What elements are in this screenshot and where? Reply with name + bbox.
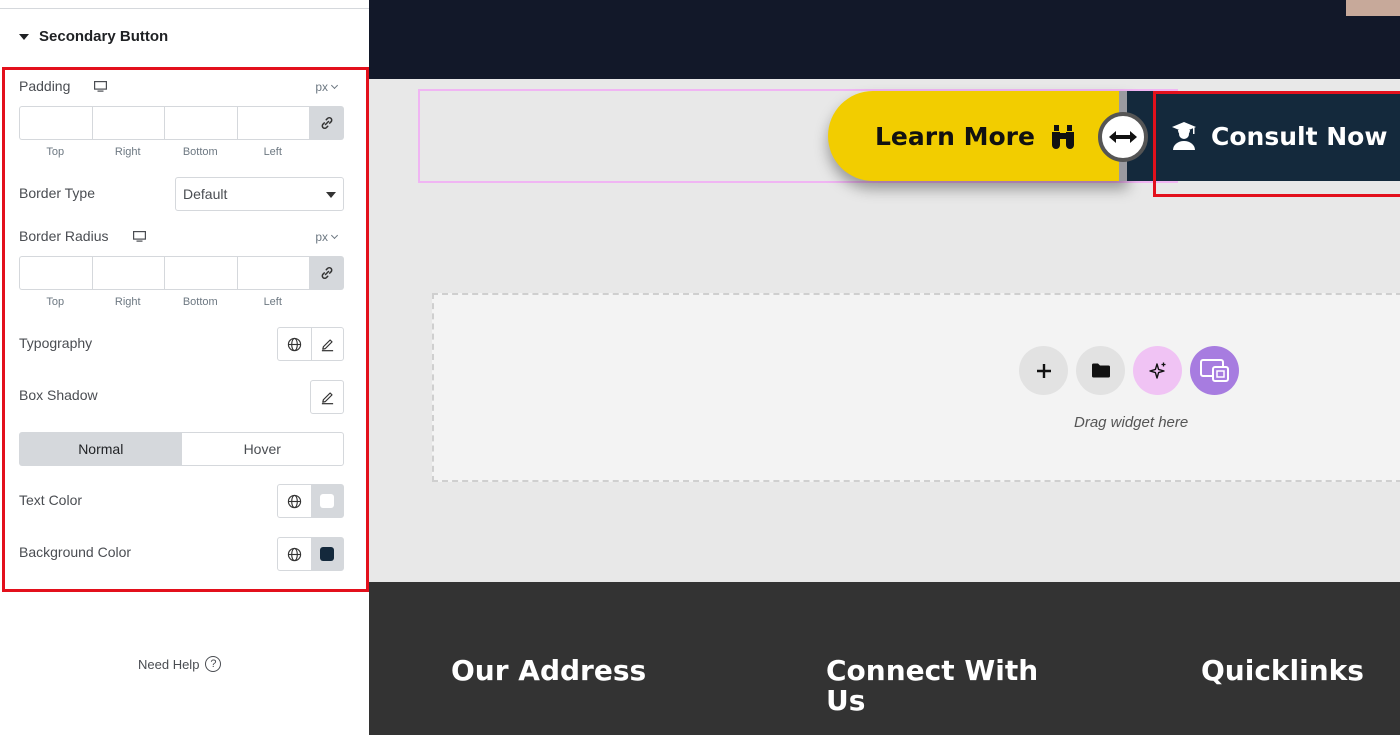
typography-controls xyxy=(277,327,344,361)
background-color-swatch xyxy=(320,547,335,561)
folder-icon xyxy=(1091,363,1110,378)
need-help-link[interactable]: Need Help ? xyxy=(138,656,222,672)
horizontal-resize-icon xyxy=(1109,131,1137,143)
box-shadow-controls xyxy=(310,380,344,414)
typography-edit-button[interactable] xyxy=(310,328,344,360)
padding-right-input[interactable] xyxy=(91,106,164,140)
chevron-down-icon xyxy=(330,231,339,240)
text-color-swatch xyxy=(320,494,335,508)
drop-zone-actions xyxy=(1019,346,1239,395)
background-color-controls xyxy=(277,537,344,571)
footer-section: Our Address Connect With Us Quicklinks xyxy=(369,582,1400,735)
add-section-button[interactable] xyxy=(1019,346,1068,395)
radius-left-input[interactable] xyxy=(236,256,309,290)
text-color-global-button[interactable] xyxy=(278,485,311,517)
radius-inputs xyxy=(19,256,344,290)
footer-heading-address: Our Address xyxy=(451,654,647,687)
link-icon xyxy=(321,117,332,129)
caption-top: Top xyxy=(46,146,65,158)
caption-right: Right xyxy=(114,146,141,158)
dropdown-arrow-icon xyxy=(326,192,336,198)
border-radius-label: Border Radius xyxy=(19,228,109,244)
ai-generate-button[interactable] xyxy=(1133,346,1182,395)
state-tabs: Normal Hover xyxy=(19,432,344,466)
padding-unit: px xyxy=(315,80,328,94)
section-title: Secondary Button xyxy=(39,28,169,45)
footer-heading-connect-line1: Connect With xyxy=(826,654,1039,687)
radius-captions: Top Right Bottom Left xyxy=(19,296,309,308)
divider xyxy=(0,8,369,9)
add-template-button[interactable] xyxy=(1076,346,1125,395)
caption-left: Left xyxy=(263,146,282,158)
radius-link-button[interactable] xyxy=(309,256,344,290)
caption-bottom: Bottom xyxy=(182,296,218,308)
border-type-label: Border Type xyxy=(19,185,96,201)
globe-icon xyxy=(287,337,301,351)
learn-more-label: Learn More xyxy=(875,121,1035,151)
box-shadow-label: Box Shadow xyxy=(19,387,98,403)
radius-right-input[interactable] xyxy=(91,256,164,290)
padding-label: Padding xyxy=(19,78,71,94)
padding-inputs xyxy=(19,106,344,140)
box-shadow-edit-button[interactable] xyxy=(311,381,343,413)
monitor-icon[interactable] xyxy=(133,231,146,242)
style-panel: Secondary Button Padding px Top Right Bo… xyxy=(0,0,369,735)
help-icon: ? xyxy=(205,656,222,672)
radius-bottom-input[interactable] xyxy=(164,256,237,290)
border-type-value: Default xyxy=(183,186,228,202)
link-icon xyxy=(321,267,332,279)
radius-top-input[interactable] xyxy=(19,256,92,290)
learn-more-button[interactable]: Learn More xyxy=(828,91,1128,181)
caption-left: Left xyxy=(263,296,282,308)
caption-bottom: Bottom xyxy=(182,146,218,158)
pencil-icon xyxy=(321,338,333,351)
footer-heading-quicklinks: Quicklinks xyxy=(1201,654,1364,687)
globe-icon xyxy=(287,494,301,508)
highlight-box xyxy=(1153,91,1400,197)
footer-heading-connect: Connect With Us xyxy=(826,656,1038,716)
site-templates-button[interactable] xyxy=(1190,346,1239,395)
footer-heading-connect-line2: Us xyxy=(826,684,866,717)
template-icon xyxy=(1199,358,1229,382)
padding-unit-select[interactable]: px xyxy=(315,80,339,94)
padding-link-button[interactable] xyxy=(309,106,344,140)
padding-bottom-input[interactable] xyxy=(164,106,237,140)
editor-canvas: Learn More Consult Now Drag widget here … xyxy=(369,0,1400,735)
drag-widget-text: Drag widget here xyxy=(1074,414,1189,431)
caret-down-icon xyxy=(19,33,29,40)
radius-unit-select[interactable]: px xyxy=(315,230,339,244)
text-color-picker[interactable] xyxy=(310,485,343,517)
tab-normal[interactable]: Normal xyxy=(20,433,182,465)
padding-left-input[interactable] xyxy=(236,106,309,140)
padding-captions: Top Right Bottom Left xyxy=(19,146,309,158)
resize-handle[interactable] xyxy=(1098,112,1148,162)
globe-icon xyxy=(287,547,301,561)
caption-right: Right xyxy=(114,296,141,308)
binoculars-icon xyxy=(1051,125,1074,149)
typography-label: Typography xyxy=(19,335,93,351)
padding-top-input[interactable] xyxy=(19,106,92,140)
section-toggle-secondary-button[interactable]: Secondary Button xyxy=(19,28,168,45)
background-color-label: Background Color xyxy=(19,544,132,560)
border-type-select[interactable]: Default xyxy=(175,177,344,211)
monitor-icon[interactable] xyxy=(94,81,107,92)
need-help-label: Need Help xyxy=(138,656,200,672)
caption-top: Top xyxy=(46,296,65,308)
header-image xyxy=(1346,0,1400,16)
pencil-icon xyxy=(321,391,333,404)
widget-drop-zone[interactable]: Drag widget here xyxy=(432,293,1400,482)
tab-hover[interactable]: Hover xyxy=(182,433,344,465)
text-color-label: Text Color xyxy=(19,492,83,508)
chevron-down-icon xyxy=(330,81,339,90)
background-color-global-button[interactable] xyxy=(278,538,311,570)
background-color-picker[interactable] xyxy=(310,538,343,570)
radius-unit: px xyxy=(315,230,328,244)
sparkle-icon xyxy=(1148,362,1165,379)
typography-global-button[interactable] xyxy=(278,328,311,360)
text-color-controls xyxy=(277,484,344,518)
header-section xyxy=(369,0,1400,79)
plus-icon xyxy=(1036,363,1051,378)
